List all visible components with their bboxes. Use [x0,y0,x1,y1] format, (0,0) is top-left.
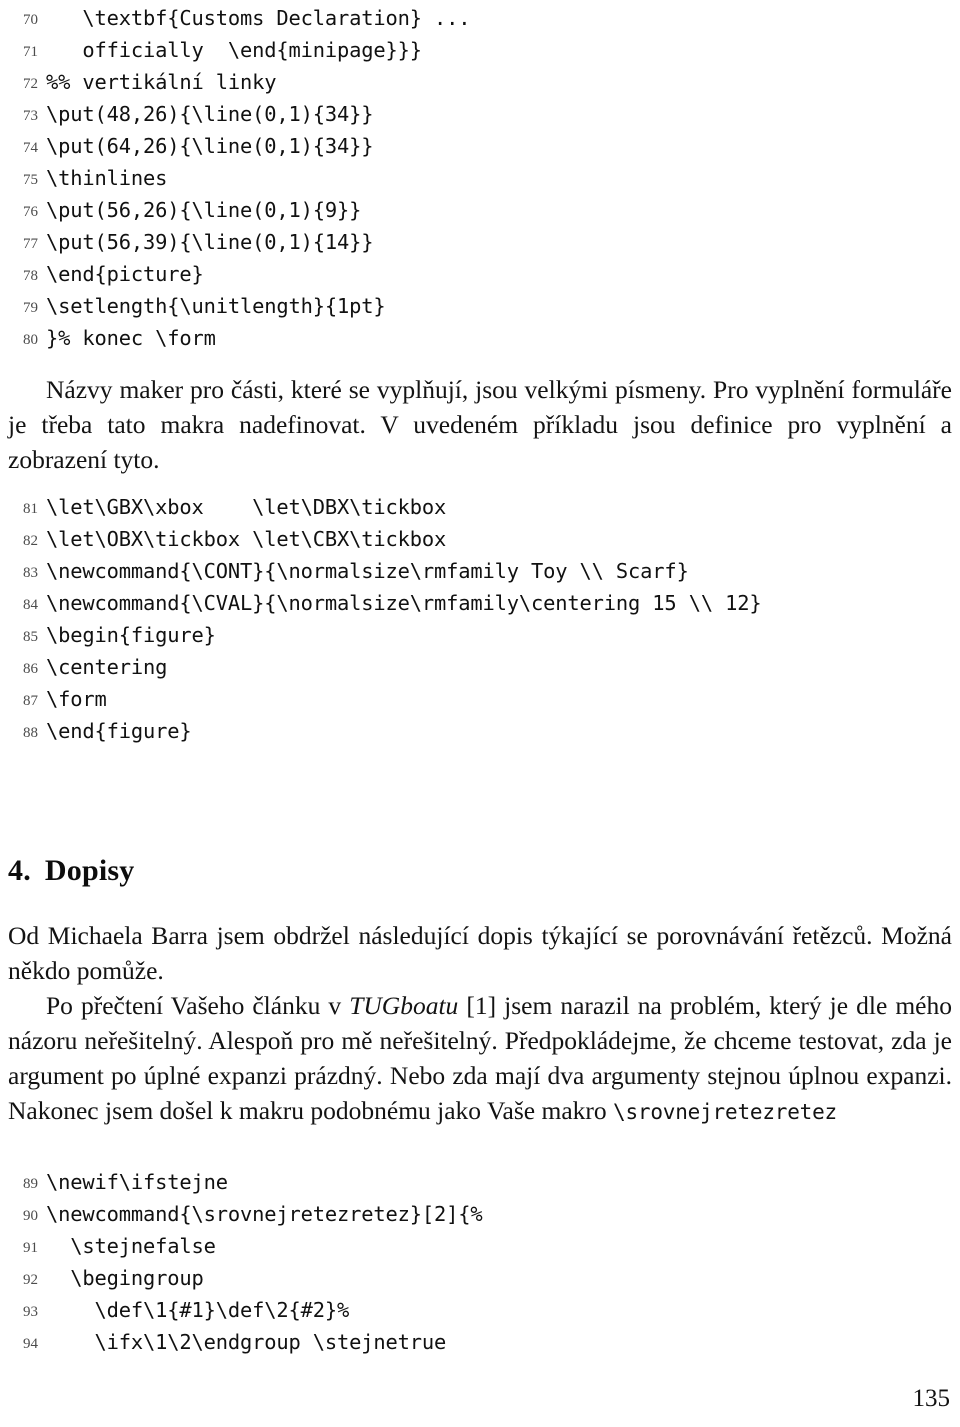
code-line: 81 \let\GBX\xbox \let\DBX\tickbox [0,495,960,527]
code-line: 76 \put(56,26){\line(0,1){9}} [0,198,960,230]
code-line: 79 \setlength{\unitlength}{1pt} [0,294,960,326]
code-line-source: \begingroup [46,1266,204,1290]
code-line: 78 \end{picture} [0,262,960,294]
code-line-source: \centering [46,655,168,679]
code-line: 74 \put(64,26){\line(0,1){34}} [0,134,960,166]
code-line-number: 70 [23,12,38,28]
code-line-source: \ifx\1\2\endgroup \stejnetrue [46,1330,447,1354]
paragraph-tugboat-letter: Po přečtení Vašeho článku v TUGboatu [1]… [8,988,952,1130]
code-line: 94 \ifx\1\2\endgroup \stejnetrue [0,1330,960,1362]
code-line-number: 79 [23,300,38,316]
code-line-source: \begin{figure} [46,623,216,647]
code-line-number: 86 [23,661,38,677]
code-line: 88 \end{figure} [0,719,960,751]
code-line-number: 89 [23,1176,38,1192]
code-line-source: %% vertikální linky [46,70,277,94]
code-line-number: 77 [23,236,38,252]
code-line-source: \stejnefalse [46,1234,216,1258]
code-line-source: \let\OBX\tickbox \let\CBX\tickbox [46,527,447,551]
code-line-source: \textbf{Customs Declaration} ... [46,6,471,30]
inline-macro-name: \srovnejretezretez [613,1100,837,1124]
code-line-source: \setlength{\unitlength}{1pt} [46,294,386,318]
section-number: 4. [8,854,31,887]
code-line-number: 81 [23,501,38,517]
tugboat-citation: TUGboatu [349,991,459,1020]
code-line: 72 %% vertikální linky [0,70,960,102]
code-line-number: 87 [23,693,38,709]
code-line-number: 92 [23,1272,38,1288]
code-line-number: 73 [23,108,38,124]
code-listing-bottom: 89 \newif\ifstejne 90 \newcommand{\srovnejr… [0,1170,960,1362]
code-line-source: \let\GBX\xbox \let\DBX\tickbox [46,495,447,519]
code-line-number: 80 [23,332,38,348]
code-line-source: \newif\ifstejne [46,1170,228,1194]
code-line-number: 83 [23,565,38,581]
code-line-source: \put(56,39){\line(0,1){14}} [46,230,374,254]
section-heading-dopisy: 4. Dopisy [8,854,952,888]
code-line: 91 \stejnefalse [0,1234,960,1266]
code-line-number: 90 [23,1208,38,1224]
code-line-source: \end{picture} [46,262,204,286]
code-line-number: 93 [23,1304,38,1320]
paragraph-text: Od Michaela Barra jsem obdržel následují… [8,921,952,985]
code-line-number: 91 [23,1240,38,1256]
code-line: 83 \newcommand{\CONT}{\normalsize\rmfamil… [0,559,960,591]
paragraph-text-lead: Po přečtení Vašeho článku v [46,991,350,1020]
code-line: 87 \form [0,687,960,719]
code-line-source: \form [46,687,107,711]
code-line: 86 \centering [0,655,960,687]
code-line-source: \end{figure} [46,719,192,743]
page-number: 135 [912,1385,951,1412]
paragraph-text: Po přečtení Vašeho článku v TUGboatu [1]… [8,988,952,1130]
code-line: 71 officially \end{minipage}}} [0,38,960,70]
code-line-number: 85 [23,629,38,645]
code-line-source: \put(64,26){\line(0,1){34}} [46,134,374,158]
code-listing-middle: 81 \let\GBX\xbox \let\DBX\tickbox 82 \let\O… [0,495,960,751]
code-line-number: 75 [23,172,38,188]
code-line-number: 78 [23,268,38,284]
code-line-number: 72 [23,76,38,92]
code-line: 85 \begin{figure} [0,623,960,655]
code-line: 77 \put(56,39){\line(0,1){14}} [0,230,960,262]
code-line-number: 82 [23,533,38,549]
code-line-number: 88 [23,725,38,741]
code-line-number: 71 [23,44,38,60]
code-line: 92 \begingroup [0,1266,960,1298]
paragraph-makro-names: Názvy maker pro části, které se vyplňují… [8,372,952,477]
code-line-number: 84 [23,597,38,613]
code-line: 73 \put(48,26){\line(0,1){34}} [0,102,960,134]
code-line-number: 74 [23,140,38,156]
code-line-source: \thinlines [46,166,168,190]
code-line: 70 \textbf{Customs Declaration} ... [0,6,960,38]
document-page: 70 \textbf{Customs Declaration} ... 71 of… [0,0,960,1427]
code-line-source: \def\1{#1}\def\2{#2}% [46,1298,350,1322]
code-listing-top: 70 \textbf{Customs Declaration} ... 71 of… [0,6,960,358]
code-line: 80 }% konec \form [0,326,960,358]
code-line: 89 \newif\ifstejne [0,1170,960,1202]
code-line-source: \put(56,26){\line(0,1){9}} [46,198,362,222]
code-line-source: \put(48,26){\line(0,1){34}} [46,102,374,126]
code-line: 90 \newcommand{\srovnejretezretez}[2]{% [0,1202,960,1234]
code-line-number: 76 [23,204,38,220]
code-line-source: \newcommand{\srovnejretezretez}[2]{% [46,1202,483,1226]
code-line-source: \newcommand{\CVAL}{\normalsize\rmfamily\… [46,591,762,615]
paragraph-michael-barr: Od Michaela Barra jsem obdržel následují… [8,918,952,988]
paragraph-text: Názvy maker pro části, které se vyplňují… [8,375,952,474]
code-line: 75 \thinlines [0,166,960,198]
code-line: 93 \def\1{#1}\def\2{#2}% [0,1298,960,1330]
code-line-number: 94 [23,1336,38,1352]
code-line: 82 \let\OBX\tickbox \let\CBX\tickbox [0,527,960,559]
section-title: Dopisy [44,854,135,887]
code-line-source: \newcommand{\CONT}{\normalsize\rmfamily … [46,559,689,583]
code-line-source: officially \end{minipage}}} [46,38,422,62]
code-line: 84 \newcommand{\CVAL}{\normalsize\rmfamil… [0,591,960,623]
code-line-source: }% konec \form [46,326,216,350]
